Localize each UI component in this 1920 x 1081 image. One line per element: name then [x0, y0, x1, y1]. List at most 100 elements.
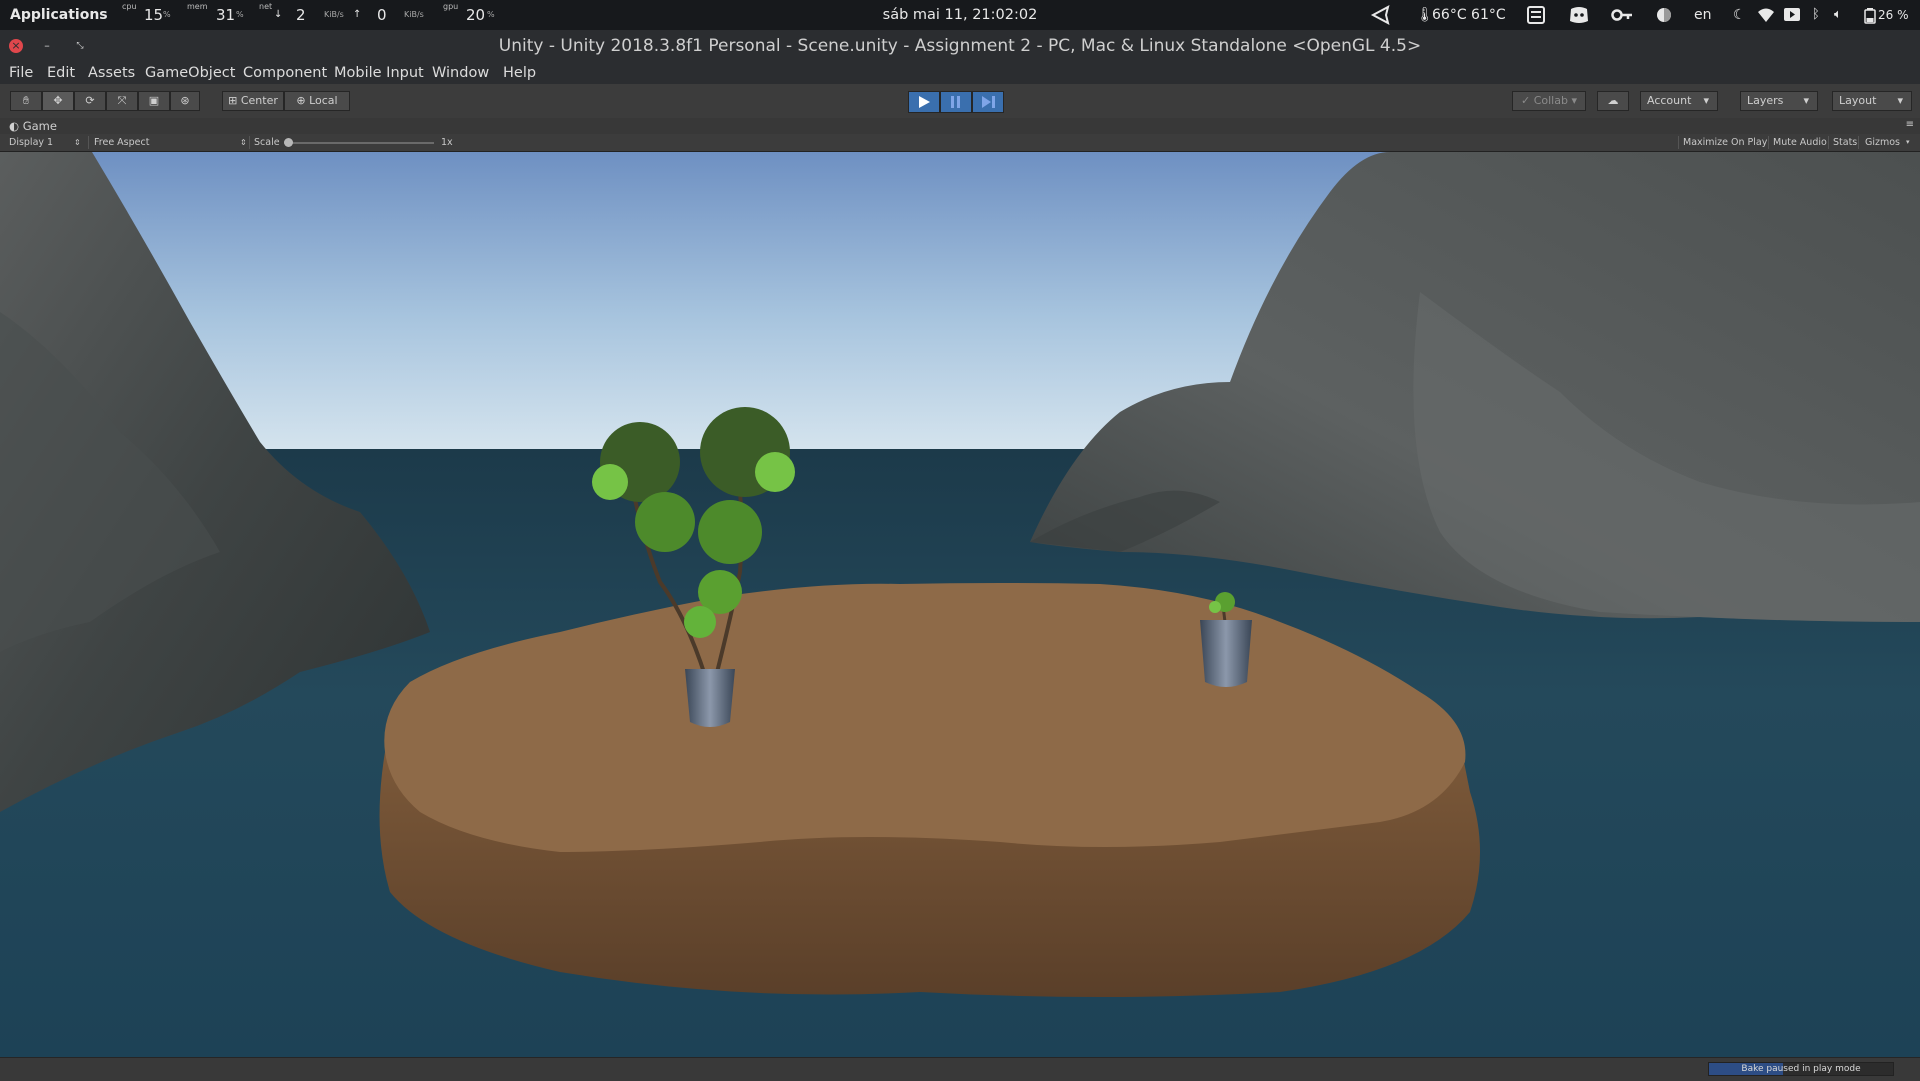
temperature-readout: 66°C 61°C	[1432, 7, 1506, 23]
menu-edit[interactable]: Edit	[47, 62, 75, 84]
collab-dropdown[interactable]: ✓ Collab ▾	[1512, 91, 1586, 111]
check-icon: ✓	[1521, 94, 1534, 107]
pivot-label: Center	[240, 94, 278, 107]
cloud-icon: ☁︎	[1607, 94, 1619, 107]
mute-audio-toggle[interactable]: Mute Audio	[1773, 134, 1827, 151]
status-bar: Bake paused in play mode	[0, 1057, 1920, 1081]
layout-dropdown[interactable]: Layout ▾	[1832, 91, 1912, 111]
cloud-button[interactable]: ☁︎	[1597, 91, 1629, 111]
bake-status-text: Bake paused in play mode	[1741, 1064, 1861, 1074]
scale-label: Scale	[254, 137, 280, 148]
divider	[1768, 136, 1769, 149]
pivot-local-toggle[interactable]: ⊕ Local	[284, 91, 350, 111]
transform-tool-button[interactable]: ⊛	[170, 91, 200, 111]
net-up-value: 0	[377, 6, 387, 24]
wifi-icon[interactable]	[1757, 0, 1775, 30]
divider	[1678, 136, 1679, 149]
game-tab-bar: ◐ Game ≡	[0, 118, 1920, 134]
scale-icon: ⤧	[117, 94, 127, 107]
gpu-label: gpu	[443, 2, 459, 11]
rotate-icon: ⟳	[85, 94, 95, 107]
bake-progress-bar: Bake paused in play mode	[1708, 1062, 1894, 1076]
divider	[88, 136, 89, 149]
play-icon	[919, 96, 930, 108]
volume-icon[interactable]: 🔈︎	[1834, 0, 1842, 30]
transform-icon: ⊛	[180, 94, 190, 107]
maximize-on-play-toggle[interactable]: Maximize On Play	[1683, 134, 1767, 151]
menu-bar: File Edit Assets GameObject Component Mo…	[0, 62, 1920, 84]
move-icon: ✥	[53, 94, 63, 107]
window-title: Unity - Unity 2018.3.8f1 Personal - Scen…	[498, 36, 1422, 56]
stats-toggle[interactable]: Stats	[1833, 134, 1857, 151]
space-label: Local	[309, 94, 338, 107]
game-viewport[interactable]	[0, 152, 1920, 1057]
menu-assets[interactable]: Assets	[88, 62, 135, 84]
mem-label: mem	[187, 2, 208, 11]
applications-menu[interactable]: Applications	[10, 0, 108, 30]
account-label: Account	[1647, 94, 1692, 107]
unity-tray-icon[interactable]	[1370, 0, 1392, 30]
unity-toolbar: ✋︎ ✥ ⟳ ⤧ ▣ ⊛ ⊞ Center ⊕ Local ✓ Collab ▾…	[0, 84, 1920, 119]
scale-slider[interactable]	[284, 138, 434, 147]
scale-slider-handle[interactable]	[284, 138, 293, 147]
hand-tool-button[interactable]: ✋︎	[10, 91, 42, 111]
gizmos-dropdown[interactable]: Gizmos	[1865, 134, 1900, 151]
keyboard-language[interactable]: en	[1694, 0, 1712, 30]
rect-icon: ▣	[148, 94, 160, 107]
menu-window[interactable]: Window	[432, 62, 489, 84]
account-dropdown[interactable]: Account ▾	[1640, 91, 1718, 111]
move-tool-button[interactable]: ✥	[42, 91, 74, 111]
bluetooth-icon[interactable]: ᛒ	[1812, 0, 1820, 30]
scale-tool-button[interactable]: ⤧	[106, 91, 138, 111]
battery-level: 26 %	[1878, 8, 1909, 22]
scale-value: 1x	[441, 137, 453, 148]
play-button[interactable]	[908, 91, 940, 113]
local-icon: ⊕	[296, 94, 310, 107]
game-view-toolbar: Display 1 ⇕ Free Aspect ⇕ Scale 1x Maxim…	[0, 134, 1920, 152]
net-down-unit: KiB/s	[324, 10, 344, 19]
tab-game[interactable]: ◐ Game	[9, 118, 57, 134]
chevron-updown-icon: ⇕	[74, 138, 81, 147]
layers-label: Layers	[1747, 94, 1784, 107]
menu-mobile-input[interactable]: Mobile Input	[334, 62, 424, 84]
cpu-unit: %	[163, 10, 171, 19]
layers-dropdown[interactable]: Layers ▾	[1740, 91, 1818, 111]
pivot-icon: ⊞	[228, 94, 241, 107]
battery-icon[interactable]	[1864, 0, 1876, 30]
layout-label: Layout	[1839, 94, 1877, 107]
system-top-bar: Applications cpu 15 % mem 31 % net ↓ 2 K…	[0, 0, 1920, 30]
step-button[interactable]	[972, 91, 1004, 113]
rect-tool-button[interactable]: ▣	[138, 91, 170, 111]
cpu-label: cpu	[122, 2, 137, 11]
status-circle-tray-icon[interactable]	[1655, 0, 1673, 30]
pause-button[interactable]	[940, 91, 972, 113]
notes-tray-icon[interactable]	[1526, 0, 1546, 30]
key-tray-icon[interactable]	[1610, 0, 1634, 30]
menu-help[interactable]: Help	[503, 62, 536, 84]
chevron-updown-icon: ⇕	[240, 138, 247, 147]
night-mode-icon[interactable]: ☾	[1733, 0, 1746, 30]
cpu-value: 15	[144, 6, 164, 24]
chevron-down-icon: ▾	[1906, 138, 1910, 146]
divider	[1858, 136, 1859, 149]
divider	[249, 136, 250, 149]
aspect-dropdown[interactable]: Free Aspect	[94, 134, 149, 151]
collab-label: Collab	[1533, 94, 1568, 107]
gpu-unit: %	[487, 10, 495, 19]
menu-file[interactable]: File	[9, 62, 33, 84]
menu-component[interactable]: Component	[243, 62, 327, 84]
screen-share-icon[interactable]	[1783, 0, 1801, 30]
mem-unit: %	[236, 10, 244, 19]
pivot-center-toggle[interactable]: ⊞ Center	[222, 91, 284, 111]
tab-menu-icon[interactable]: ≡	[1906, 118, 1914, 132]
display-dropdown[interactable]: Display 1	[9, 134, 53, 151]
chevron-down-icon: ▾	[1703, 94, 1709, 107]
discord-tray-icon[interactable]	[1568, 0, 1590, 30]
window-title-bar[interactable]: × – ⤡ Unity - Unity 2018.3.8f1 Personal …	[0, 30, 1920, 62]
chevron-down-icon: ▾	[1803, 94, 1809, 107]
arrow-down-icon: ↓	[274, 9, 283, 20]
chevron-down-icon: ▾	[1897, 94, 1903, 107]
chevron-down-icon: ▾	[1567, 94, 1577, 107]
rotate-tool-button[interactable]: ⟳	[74, 91, 106, 111]
menu-gameobject[interactable]: GameObject	[145, 62, 235, 84]
